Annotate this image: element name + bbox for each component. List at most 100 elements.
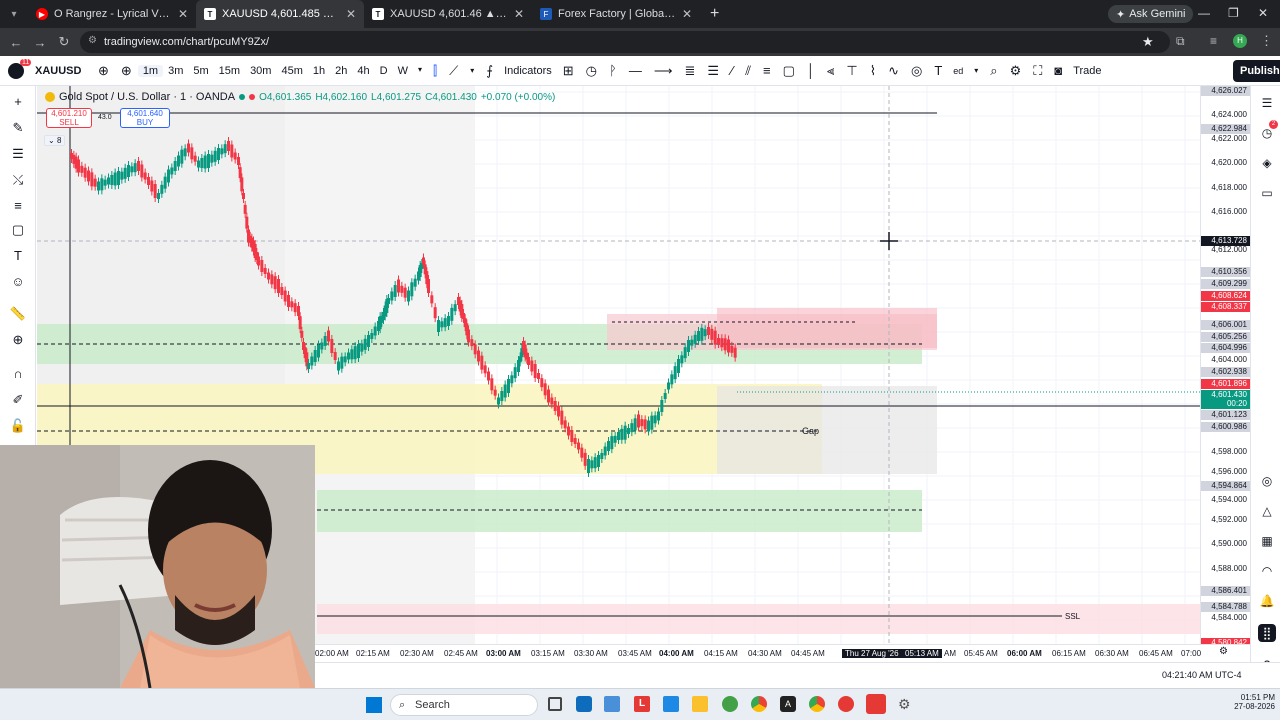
vline-tool-icon[interactable]: │: [801, 63, 821, 78]
outlook-icon[interactable]: [576, 696, 592, 712]
site-info-icon[interactable]: ⚙: [88, 35, 97, 46]
channel-tool-icon[interactable]: ≣: [678, 63, 701, 79]
parallel-channel-icon[interactable]: ⫽: [739, 63, 757, 79]
chrome-profile-icon[interactable]: [809, 696, 825, 712]
task-view-icon[interactable]: [548, 697, 562, 711]
brush-tool-icon[interactable]: ∿: [882, 63, 905, 79]
fib-tool-icon[interactable]: ᚹ: [603, 63, 623, 78]
close-icon[interactable]: ✕: [682, 7, 692, 21]
chrome-icon[interactable]: [751, 696, 767, 712]
tab-search-icon[interactable]: ▾: [0, 9, 28, 20]
pitchfork-icon[interactable]: ⫷: [821, 63, 840, 79]
chrome-profile-2-icon[interactable]: [838, 696, 854, 712]
hline-tool-icon[interactable]: —: [623, 63, 648, 78]
timezone-clock[interactable]: 04:21:40 AM UTC-4: [1162, 670, 1242, 680]
compare-icon[interactable]: ⊕: [92, 63, 115, 79]
fib-levels-icon[interactable]: ≡: [757, 63, 777, 78]
xbox-icon[interactable]: [722, 696, 738, 712]
buy-button[interactable]: 4,601.640 BUY: [120, 108, 170, 128]
axis-settings-icon[interactable]: ⚙: [1219, 646, 1228, 657]
zoom-in-icon[interactable]: ⊕: [8, 330, 28, 350]
zoom-icon[interactable]: ⌕: [984, 63, 1003, 79]
pattern-tool-icon[interactable]: ⤯: [8, 170, 28, 190]
path-tool-icon[interactable]: ⌇: [864, 63, 882, 79]
publish-button[interactable]: Publish: [1233, 60, 1280, 82]
timeframe-1h[interactable]: 1h: [308, 65, 330, 77]
time-axis[interactable]: 02:00 AM 02:15 AM 02:30 AM 02:45 AM 03:00 AM…: [315, 644, 1250, 662]
forward-icon[interactable]: →: [28, 35, 52, 50]
lock-icon[interactable]: 🔓: [8, 416, 28, 436]
minimize-icon[interactable]: —: [1198, 6, 1210, 20]
watchlist-icon[interactable]: ☰: [1258, 94, 1276, 112]
stream-icon[interactable]: ◠: [1258, 562, 1276, 580]
indicators-button[interactable]: Indicators: [499, 65, 557, 77]
bookmark-star-icon[interactable]: ★: [1142, 34, 1154, 50]
ask-gemini-button[interactable]: ✦ Ask Gemini: [1108, 5, 1194, 23]
target-icon[interactable]: ◎: [1258, 472, 1276, 490]
fullscreen-icon[interactable]: ⛶: [1027, 63, 1048, 79]
alert-icon[interactable]: ◷: [580, 63, 603, 79]
layout-icon[interactable]: ⊞: [557, 63, 580, 79]
chevron-down-icon[interactable]: ▾: [413, 65, 427, 77]
close-icon[interactable]: ✕: [346, 7, 356, 21]
symbol-title[interactable]: Gold Spot / U.S. Dollar · 1 · OANDA: [59, 91, 235, 103]
timeframe-W[interactable]: W: [393, 65, 413, 77]
close-icon[interactable]: ✕: [178, 7, 188, 21]
lock-drawings-icon[interactable]: ✐: [8, 390, 28, 410]
app-a-icon[interactable]: A: [780, 696, 796, 712]
xcode-icon[interactable]: [663, 696, 679, 712]
settings-icon[interactable]: ⚙: [1004, 63, 1028, 79]
browser-tab-3[interactable]: F Forex Factory | Global markets f ✕: [532, 0, 700, 28]
crosshair-icon[interactable]: +: [8, 92, 28, 112]
chevron-down-icon[interactable]: ▾: [968, 66, 984, 75]
back-icon[interactable]: ←: [4, 35, 28, 50]
tray-clock[interactable]: 01:51 PM 27-08-2026: [1225, 693, 1275, 711]
layers-icon[interactable]: ◈: [1258, 154, 1276, 172]
fib-tool-icon[interactable]: ≡: [8, 196, 28, 216]
timeframe-2h[interactable]: 2h: [330, 65, 352, 77]
taskbar-search[interactable]: ⌕ Search: [390, 694, 538, 716]
extensions-icon[interactable]: ⧉: [1176, 34, 1185, 49]
camera-icon[interactable]: ◙: [1048, 63, 1068, 78]
menu-dots-icon[interactable]: ⋮: [1260, 33, 1273, 49]
profile-avatar[interactable]: H: [1233, 34, 1247, 48]
shapes-tool-icon[interactable]: ▢: [8, 220, 28, 240]
window-close-icon[interactable]: ✕: [1258, 6, 1268, 20]
file-explorer-icon[interactable]: [692, 696, 708, 712]
pen-tool-icon[interactable]: ✎: [8, 118, 28, 138]
emoji-icon[interactable]: ☺: [8, 272, 28, 292]
chevron-down-icon[interactable]: ▾: [464, 66, 480, 75]
text-tool-icon[interactable]: T: [928, 63, 948, 78]
indicators-icon[interactable]: ⨍: [480, 63, 499, 79]
settings-app-icon[interactable]: ⚙: [898, 696, 914, 712]
rectangle-tool-icon[interactable]: ▢: [777, 63, 801, 79]
timeframe-15m[interactable]: 15m: [214, 65, 245, 77]
chat-icon[interactable]: ▭: [1258, 184, 1276, 202]
price-axis[interactable]: 4,626.027 4,624.000 4,622.984 4,622.000 4,62…: [1200, 86, 1251, 648]
timeframe-D[interactable]: D: [375, 65, 393, 77]
lines-tool-icon[interactable]: ☰: [8, 144, 28, 164]
magnet-icon[interactable]: ∩: [8, 364, 28, 384]
timeframe-3m[interactable]: 3m: [163, 65, 188, 77]
timeframe-5m[interactable]: 5m: [188, 65, 213, 77]
collapse-indicators[interactable]: ⌄ 8: [44, 135, 66, 146]
reload-icon[interactable]: ↻: [52, 34, 76, 50]
store-icon[interactable]: [604, 696, 620, 712]
app-l-icon[interactable]: L: [634, 696, 650, 712]
symbol-search[interactable]: XAUUSD: [30, 65, 92, 77]
timeframe-30m[interactable]: 30m: [245, 65, 276, 77]
notifications-icon[interactable]: 🔔: [1258, 592, 1276, 610]
telegram-icon[interactable]: [866, 694, 886, 714]
timeframe-1m[interactable]: 1m: [137, 64, 164, 77]
line-chart-icon[interactable]: ⟋: [443, 63, 464, 79]
windows-start-icon[interactable]: [366, 697, 382, 713]
new-tab-button[interactable]: +: [710, 5, 719, 23]
calendar-icon[interactable]: ▦: [1258, 532, 1276, 550]
candles-icon[interactable]: ⫿: [427, 63, 443, 79]
browser-tab-0[interactable]: ▶ O Rangrez - Lyrical Video | Bha ✕: [28, 0, 196, 28]
url-field[interactable]: ⚙ tradingview.com/chart/pcuMY9Zx/: [80, 31, 1170, 53]
long-position-icon[interactable]: ⊤: [840, 63, 863, 79]
text-tool-icon[interactable]: T: [8, 246, 28, 266]
close-icon[interactable]: ✕: [514, 7, 524, 21]
ideas-icon[interactable]: △: [1258, 502, 1276, 520]
